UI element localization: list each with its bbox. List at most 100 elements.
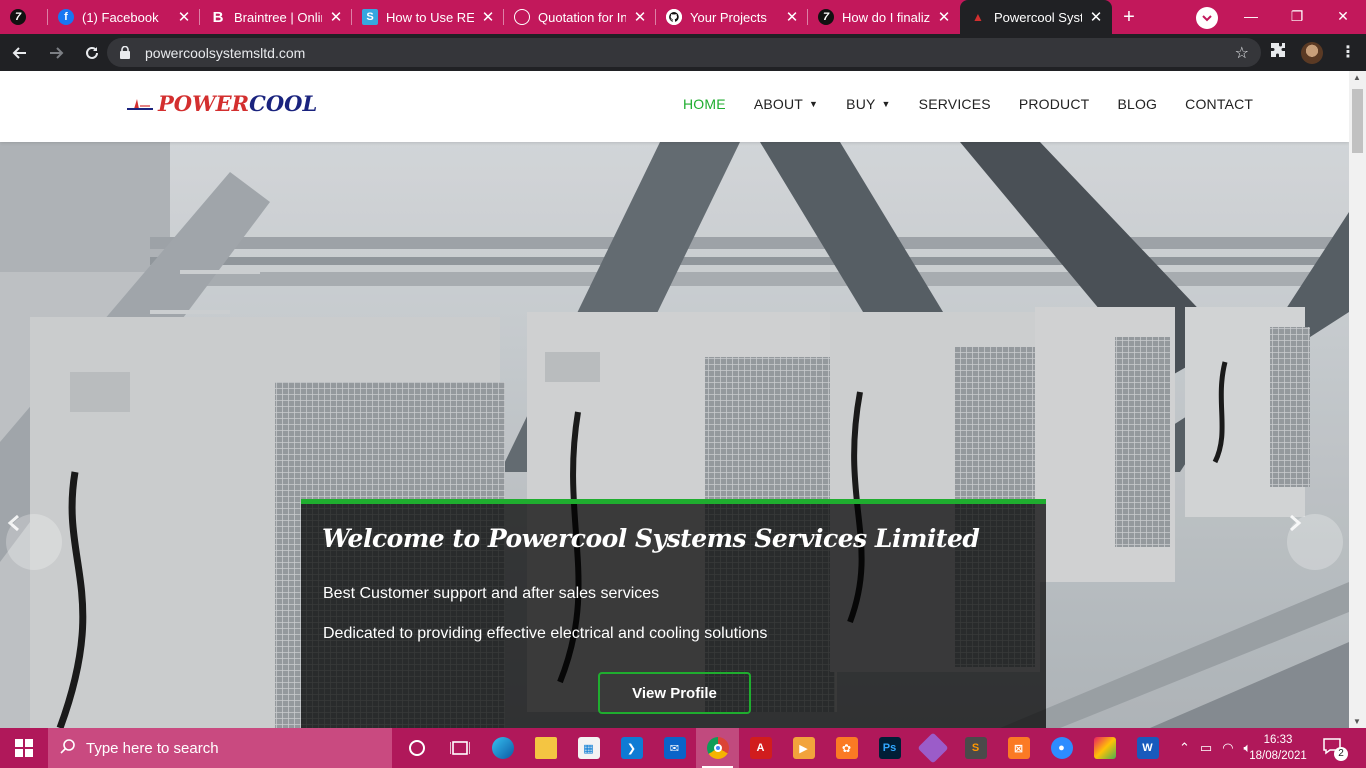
slider-prev-button[interactable] xyxy=(6,514,62,570)
xampp-icon[interactable]: ✿ xyxy=(825,728,868,768)
view-profile-button[interactable]: View Profile xyxy=(598,672,751,714)
nav-services-label: SERVICES xyxy=(918,96,991,112)
windows-logo-icon xyxy=(15,739,33,757)
tab-title: (1) Facebook xyxy=(82,9,159,25)
file-explorer-icon[interactable] xyxy=(524,728,567,768)
close-icon[interactable]: ✕ xyxy=(328,9,344,26)
chrome-icon[interactable] xyxy=(696,728,739,768)
word-icon[interactable]: W xyxy=(1126,728,1169,768)
xampp-control-icon[interactable]: ⊠ xyxy=(997,728,1040,768)
store-icon[interactable]: ▦ xyxy=(567,728,610,768)
tab-braintree[interactable]: B Braintree | Onlin ✕ xyxy=(200,0,352,34)
tab-title: Powercool Syste xyxy=(994,9,1082,25)
quotation-icon xyxy=(514,9,530,25)
vscode-icon[interactable]: ❯ xyxy=(610,728,653,768)
nav-buy[interactable]: BUY ▼ xyxy=(846,96,891,112)
tab-facebook[interactable]: f (1) Facebook ✕ xyxy=(48,0,200,34)
scroll-down-icon[interactable]: ▼ xyxy=(1353,717,1361,726)
start-button[interactable] xyxy=(0,728,48,768)
tab-powercool[interactable]: ▲ Powercool Syste ✕ xyxy=(960,0,1112,34)
minimize-button[interactable]: — xyxy=(1228,0,1274,32)
system-tray: ⌃ ▭ ◠ 🔈︎ xyxy=(1174,728,1256,768)
nav-about-label: ABOUT xyxy=(753,96,804,112)
hero-line-1: Best Customer support and after sales se… xyxy=(323,585,660,602)
address-bar[interactable]: powercoolsystemsltd.com ☆ xyxy=(107,38,1261,67)
wifi-icon[interactable]: ◠ xyxy=(1222,740,1233,756)
nav-blog[interactable]: BLOG xyxy=(1117,96,1157,112)
window-controls: — ❐ ✕ xyxy=(1228,0,1366,34)
bookmark-star-icon[interactable]: ☆ xyxy=(1235,43,1249,63)
notification-center-icon[interactable]: 2 xyxy=(1322,737,1348,761)
nav-product-label: PRODUCT xyxy=(1018,96,1090,112)
web-page: POWERCOOL HOME ABOUT ▼ BUY ▼ SERVICES PROD… xyxy=(0,71,1349,728)
tab-your-projects[interactable]: Your Projects ✕ xyxy=(656,0,808,34)
new-tab-button[interactable]: + xyxy=(1112,0,1146,34)
tab-how-do-i-finalize[interactable]: 7 How do I finalize ✕ xyxy=(808,0,960,34)
nav-blog-label: BLOG xyxy=(1117,96,1158,112)
tab-title: How do I finalize xyxy=(842,9,930,25)
clock-date: 18/08/2021 xyxy=(1249,750,1307,762)
close-icon[interactable]: ✕ xyxy=(632,9,648,26)
taskbar-search[interactable]: Type here to search xyxy=(48,728,392,768)
hero-caption: Welcome to Powercool Systems Services Li… xyxy=(301,499,1046,728)
notification-badge: 2 xyxy=(1334,747,1348,761)
reload-button[interactable] xyxy=(76,37,108,69)
edge-icon[interactable] xyxy=(481,728,524,768)
close-icon[interactable]: ✕ xyxy=(784,9,800,26)
cortana-icon[interactable] xyxy=(395,728,438,768)
lock-icon[interactable] xyxy=(119,46,131,59)
profile-avatar[interactable] xyxy=(1301,42,1323,64)
site-header: POWERCOOL HOME ABOUT ▼ BUY ▼ SERVICES PROD… xyxy=(0,71,1349,142)
battery-icon[interactable]: ▭ xyxy=(1200,740,1212,756)
nav-contact-label: CONTACT xyxy=(1185,96,1254,112)
seven-icon: 7 xyxy=(10,9,26,25)
url-text[interactable]: powercoolsystemsltd.com xyxy=(145,45,305,61)
close-window-button[interactable]: ✕ xyxy=(1320,0,1366,32)
nav-home[interactable]: HOME xyxy=(683,96,726,112)
tab-title: How to Use RES xyxy=(386,9,474,25)
tab-how-to-use-rest[interactable]: S How to Use RES ✕ xyxy=(352,0,504,34)
back-button[interactable] xyxy=(4,37,36,69)
extensions-puzzle-icon[interactable] xyxy=(1270,42,1286,62)
acrobat-icon[interactable]: A xyxy=(739,728,782,768)
paint-icon[interactable] xyxy=(1083,728,1126,768)
hero-slider: Welcome to Powercool Systems Services Li… xyxy=(0,142,1349,728)
slider-next-button[interactable] xyxy=(1287,514,1343,570)
close-icon[interactable]: ✕ xyxy=(936,9,952,26)
close-icon[interactable]: ✕ xyxy=(176,9,192,26)
nav-home-label: HOME xyxy=(683,96,726,112)
media-icon[interactable]: ▶ xyxy=(782,728,825,768)
nav-services[interactable]: SERVICES xyxy=(919,96,991,112)
mail-icon[interactable]: ✉ xyxy=(653,728,696,768)
browser-toolbar: powercoolsystemsltd.com ☆ xyxy=(0,34,1366,71)
chevron-up-icon[interactable]: ⌃ xyxy=(1179,740,1190,756)
logo-text: POWERCOOL xyxy=(158,91,317,116)
seven-icon: 7 xyxy=(818,9,834,25)
tab-search-button[interactable] xyxy=(1196,7,1218,29)
chevron-down-icon: ▼ xyxy=(881,99,891,109)
clock-time: 16:33 xyxy=(1263,734,1293,746)
sublime-icon[interactable]: S xyxy=(954,728,997,768)
close-icon[interactable]: ✕ xyxy=(480,9,496,26)
scrollbar-thumb[interactable] xyxy=(1352,89,1363,153)
tab-pinned-seven[interactable]: 7 xyxy=(0,0,48,34)
nav-about[interactable]: ABOUT ▼ xyxy=(754,96,818,112)
tab-quotation[interactable]: Quotation for In ✕ xyxy=(504,0,656,34)
task-view-icon[interactable] xyxy=(438,728,481,768)
page-scrollbar[interactable]: ▲ ▼ xyxy=(1349,71,1366,728)
scroll-up-icon[interactable]: ▲ xyxy=(1353,73,1361,82)
browser-menu-icon[interactable]: ⋮ xyxy=(1340,42,1356,62)
photoshop-icon[interactable]: Ps xyxy=(868,728,911,768)
nav-product[interactable]: PRODUCT xyxy=(1019,96,1090,112)
close-icon[interactable]: ✕ xyxy=(1088,9,1104,26)
search-icon xyxy=(60,738,76,759)
nav-contact[interactable]: CONTACT xyxy=(1185,96,1253,112)
site-logo[interactable]: POWERCOOL xyxy=(126,91,317,116)
zoom-icon[interactable]: ● xyxy=(1040,728,1083,768)
git-icon[interactable] xyxy=(911,728,954,768)
nav-buy-label: BUY xyxy=(846,96,876,112)
taskbar-clock[interactable]: 16:33 18/08/2021 xyxy=(1248,732,1308,764)
taskbar-apps: ▦ ❯ ✉ A ▶ ✿ Ps S ⊠ ● W xyxy=(395,728,1169,768)
restore-button[interactable]: ❐ xyxy=(1274,0,1320,32)
forward-button[interactable] xyxy=(40,37,72,69)
